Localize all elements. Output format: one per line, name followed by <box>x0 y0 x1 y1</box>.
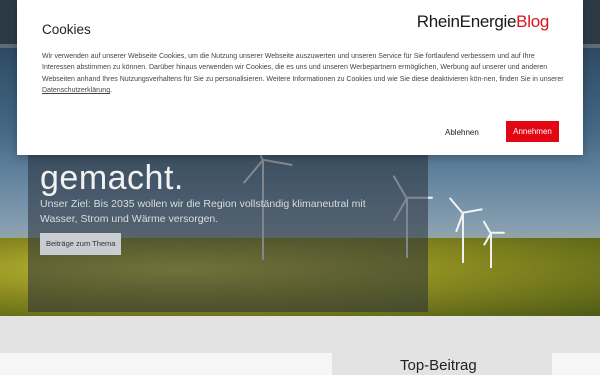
sidebar-card-edge <box>552 353 600 375</box>
brand-name: RheinEnergie <box>416 12 517 31</box>
cookie-title: Cookies <box>42 22 91 37</box>
hero-title: gemacht. <box>40 159 184 197</box>
decline-button[interactable]: Ablehnen <box>439 123 485 141</box>
hero-subtitle: Unser Ziel: Bis 2035 wollen wir die Regi… <box>40 198 366 225</box>
brand-suffix: Blog <box>516 12 549 31</box>
article-card[interactable] <box>0 353 332 375</box>
cookie-text-end: . <box>110 87 113 95</box>
brand-logo: RheinEnergieBlog <box>416 12 550 32</box>
privacy-policy-link[interactable]: Datenschutzerklärung <box>42 87 110 94</box>
cookie-description: Wir verwenden auf unserer Webseite Cooki… <box>42 51 564 97</box>
cookie-consent-dialog: Cookies RheinEnergieBlog Wir verwenden a… <box>17 0 583 155</box>
topic-posts-button[interactable]: Beiträge zum Thema <box>40 233 122 255</box>
cookie-text-main: Wir verwenden auf unserer Webseite Cooki… <box>42 53 564 83</box>
top-post-heading: Top-Beitrag <box>400 357 477 374</box>
accept-button[interactable]: Annehmen <box>506 121 559 142</box>
